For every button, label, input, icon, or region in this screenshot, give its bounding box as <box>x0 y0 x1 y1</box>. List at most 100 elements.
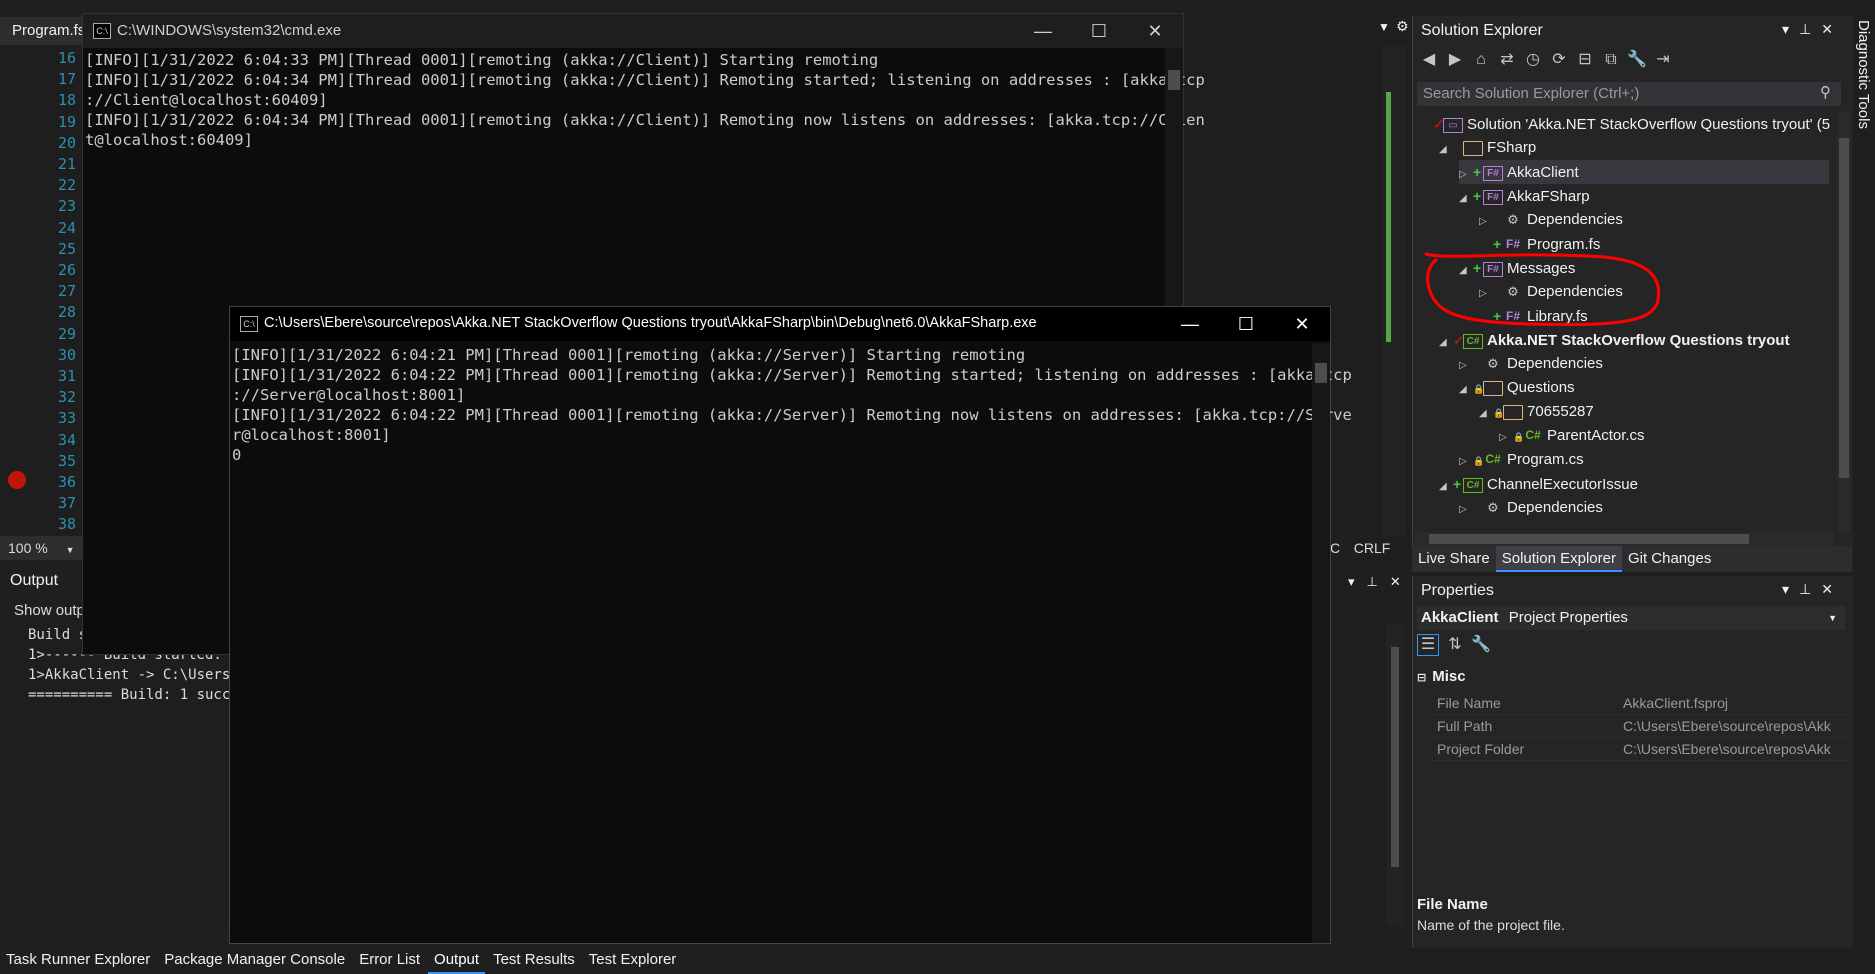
close-button[interactable]: ✕ <box>1127 14 1183 48</box>
tree-node[interactable]: ◢ + F# AkkaFSharp <box>1459 184 1829 208</box>
solution-icon: ▭ <box>1443 117 1463 133</box>
tree-node[interactable]: ◢ 🔒 70655287 <box>1479 400 1829 424</box>
tree-node[interactable]: ▷ 🔒C# ParentActor.cs <box>1499 424 1829 448</box>
cmd-server-scroll-thumb[interactable] <box>1315 363 1327 383</box>
tree-node[interactable]: ◢ + C# ChannelExecutorIssue <box>1439 472 1829 496</box>
dependencies-icon: ⚙ <box>1487 355 1499 371</box>
chevron-down-icon: ▼ <box>65 545 75 555</box>
expanded-arrow-icon[interactable]: ◢ <box>1479 402 1493 426</box>
solution-explorer-search-input[interactable]: Search Solution Explorer (Ctrl+;) <box>1417 82 1841 106</box>
cmd-client-titlebar[interactable]: C:\ C:\WINDOWS\system32\cmd.exe — ☐ ✕ <box>83 14 1183 48</box>
folder-icon <box>1463 140 1483 156</box>
cmd-client-scroll-thumb[interactable] <box>1168 70 1180 90</box>
forward-icon[interactable]: ▶ <box>1445 50 1465 70</box>
back-icon[interactable]: ◀ <box>1419 50 1439 70</box>
console-line: t@localhost:60409] <box>85 131 253 149</box>
expanded-arrow-icon[interactable]: ◢ <box>1459 187 1473 211</box>
folder-icon <box>1483 380 1503 396</box>
output-panel-controls[interactable]: ▾⊥✕ <box>1348 574 1413 590</box>
tab-output[interactable]: Output <box>428 948 486 974</box>
maximize-button[interactable]: ☐ <box>1218 307 1274 341</box>
category-header[interactable]: ⊟ Misc <box>1417 668 1466 685</box>
collapsed-arrow-icon[interactable]: ▷ <box>1499 426 1513 450</box>
collapsed-arrow-icon[interactable]: ▷ <box>1459 354 1473 378</box>
tree-node[interactable]: ▷ ⚙ Dependencies <box>1459 496 1829 520</box>
output-scrollbar[interactable] <box>1386 625 1404 925</box>
property-row[interactable]: Project Folder C:\Users\Ebere\source\repo… <box>1433 738 1853 761</box>
tree-node[interactable]: ▷ ⚙ Dependencies <box>1479 208 1829 232</box>
line-ending-indicator[interactable]: CRLF <box>1340 536 1404 560</box>
cmd-window-server[interactable]: C:\ C:\Users\Ebere\source\repos\Akka.NET… <box>229 306 1352 944</box>
minimize-button[interactable]: — <box>1015 14 1071 48</box>
pending-changes-icon[interactable]: ◷ <box>1523 50 1543 70</box>
tree-node[interactable]: ✓ ▭ Solution 'Akka.NET StackOverflow Quest… <box>1419 112 1833 136</box>
tab-task-runner-explorer[interactable]: Task Runner Explorer <box>0 948 156 972</box>
expanded-arrow-icon[interactable]: ◢ <box>1439 138 1453 162</box>
tree-node[interactable]: ◢ FSharp <box>1439 136 1829 160</box>
maximize-button[interactable]: ☐ <box>1071 14 1127 48</box>
property-row[interactable]: File Name AkkaClient.fsproj <box>1433 692 1853 715</box>
tree-node-label: AkkaFSharp <box>1507 188 1590 205</box>
expanded-arrow-icon[interactable]: ◢ <box>1459 378 1473 402</box>
output-line: ========== Build: 1 succee <box>28 687 248 703</box>
categorized-icon[interactable]: ☰ <box>1417 634 1439 656</box>
tree-node[interactable]: ▷ 🔒C# Program.cs <box>1459 448 1829 472</box>
lock-status-icon: 🔒 <box>1473 456 1485 466</box>
sync-icon[interactable]: ⟳ <box>1549 50 1569 70</box>
line-number: 21 <box>57 155 76 173</box>
tree-node[interactable]: ▷ + F# AkkaClient <box>1459 160 1829 184</box>
minimize-button[interactable]: — <box>1162 307 1218 341</box>
tab-test-explorer[interactable]: Test Explorer <box>583 948 683 972</box>
tab-test-results[interactable]: Test Results <box>487 948 581 972</box>
panel-window-controls[interactable]: ▾⊥✕ <box>1782 581 1843 598</box>
expanded-arrow-icon[interactable]: ◢ <box>1439 475 1453 499</box>
line-number: 37 <box>57 494 76 513</box>
property-pages-icon[interactable]: 🔧 <box>1471 635 1491 655</box>
properties-object-selector[interactable]: AkkaClient Project Properties ▼ <box>1417 606 1845 630</box>
collapse-all-icon[interactable]: ⊟ <box>1575 50 1595 70</box>
zoom-level-dropdown[interactable]: 100 % ▼ <box>0 536 84 560</box>
collapse-icon[interactable]: ⊟ <box>1417 672 1426 684</box>
lock-status-icon: 🔒 <box>1473 384 1485 394</box>
collapsed-arrow-icon[interactable]: ▷ <box>1459 498 1473 522</box>
properties-wrench-icon[interactable]: 🔧 <box>1627 50 1647 70</box>
tab-solution-explorer[interactable]: Solution Explorer <box>1495 546 1622 572</box>
line-number: 24 <box>57 218 76 237</box>
panel-window-controls[interactable]: ▾⊥✕ <box>1782 21 1843 38</box>
collapsed-arrow-icon[interactable]: ▷ <box>1459 450 1473 474</box>
tab-live-share[interactable]: Live Share <box>1412 546 1496 572</box>
cmd-server-titlebar[interactable]: C:\ C:\Users\Ebere\source\repos\Akka.NET… <box>230 307 1330 341</box>
property-row[interactable]: Full Path C:\Users\Ebere\source\repos\Akk <box>1433 715 1853 738</box>
solution-tree-hscrollbar[interactable] <box>1415 532 1835 546</box>
show-all-files-icon[interactable]: ⧉ <box>1601 50 1621 70</box>
tree-node[interactable]: ◢ 🔒 Questions <box>1459 376 1829 400</box>
description-title: File Name <box>1417 896 1488 913</box>
csharp-project-icon: C# <box>1463 477 1483 493</box>
tab-error-list[interactable]: Error List <box>353 948 426 972</box>
diagnostic-tools-tab[interactable]: Diagnostic Tools <box>1855 16 1875 136</box>
encoding-indicator[interactable]: C <box>1330 536 1340 560</box>
tree-node[interactable]: ▷ ⚙ Dependencies <box>1459 352 1829 376</box>
tab-package-manager-console[interactable]: Package Manager Console <box>158 948 351 972</box>
dropdown-icon[interactable]: ▼ <box>1378 20 1390 34</box>
cmd-server-scrollbar[interactable] <box>1312 343 1330 943</box>
tree-node-label: Dependencies <box>1527 211 1623 228</box>
console-line: [INFO][1/31/2022 6:04:22 PM][Thread 0001… <box>232 406 1352 424</box>
settings-icon[interactable]: ⚙ <box>1396 18 1409 35</box>
collapsed-arrow-icon[interactable]: ▷ <box>1479 210 1493 234</box>
tab-git-changes[interactable]: Git Changes <box>1622 546 1717 572</box>
line-number: 18 <box>57 91 76 110</box>
search-icon[interactable]: ⚲ <box>1820 83 1831 101</box>
output-scroll-thumb[interactable] <box>1391 647 1399 867</box>
expanded-arrow-icon[interactable]: ◢ <box>1439 331 1453 355</box>
home-icon[interactable]: ⌂ <box>1471 50 1491 70</box>
close-button[interactable]: ✕ <box>1274 307 1330 341</box>
solution-tree-hscroll-thumb[interactable] <box>1429 534 1749 544</box>
added-status-icon: + <box>1473 164 1482 180</box>
preview-icon[interactable]: ⇥ <box>1653 50 1673 70</box>
solution-tree-scrollbar[interactable] <box>1837 112 1851 532</box>
solution-tree-scroll-thumb[interactable] <box>1839 138 1849 478</box>
property-key: Full Path <box>1437 718 1493 734</box>
switch-views-icon[interactable]: ⇄ <box>1497 50 1517 70</box>
alphabetical-icon[interactable]: ⇅ <box>1445 635 1465 655</box>
